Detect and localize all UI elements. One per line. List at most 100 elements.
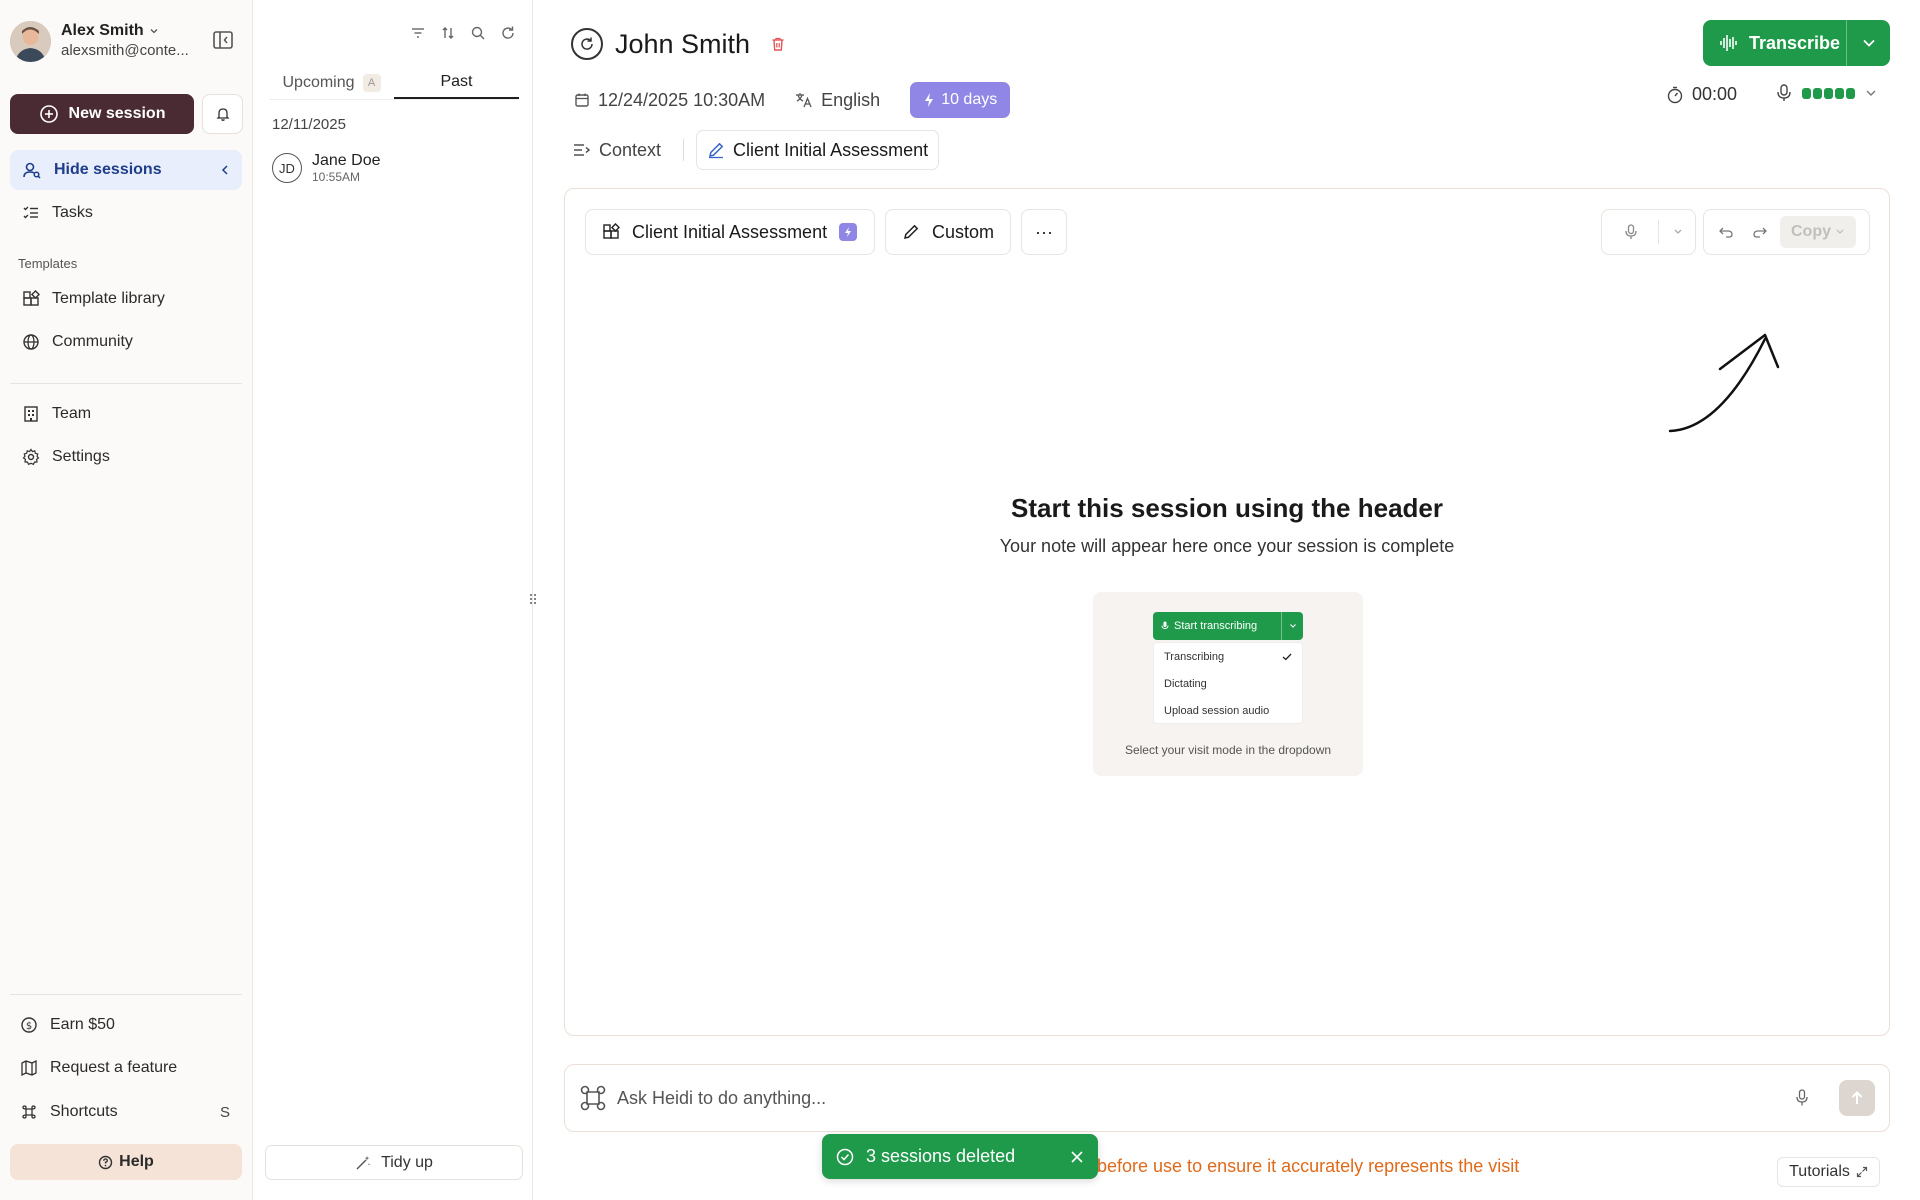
check-icon [1282,653,1292,661]
ask-heidi-bar [564,1064,1890,1132]
template-library-icon [22,290,40,308]
tab-upcoming-label: Upcoming [282,73,355,91]
template-icon [602,223,620,241]
chevron-down-icon [1281,612,1303,640]
copy-label: Copy [1791,223,1831,240]
left-sidebar: Alex Smith alexsmith@conte... New sessio… [0,0,253,1200]
sidebar-divider [10,383,242,384]
chevron-left-icon [220,164,230,176]
trash-icon[interactable] [770,36,786,52]
tab-separator [683,139,685,161]
chevron-down-icon [1835,228,1845,236]
help-button[interactable]: Help [10,1144,242,1180]
mic-level-bar [1824,87,1833,99]
language-selector[interactable]: English [795,90,880,111]
heidi-logo-icon [579,1084,607,1112]
more-options-label: ··· [1035,221,1053,242]
tip-start-transcribing-button: Start transcribing [1153,612,1303,640]
sidebar-collapse-icon[interactable] [212,29,236,53]
close-icon[interactable] [1070,1150,1084,1164]
sessions-tabs: Upcoming A Past [269,66,519,100]
copy-button[interactable]: Copy [1780,216,1856,248]
trial-days-badge[interactable]: 10 days [910,82,1011,118]
session-datetime-text: 12/24/2025 10:30AM [598,89,766,110]
sidebar-item-request-feature[interactable]: Request a feature [10,1048,242,1088]
stopwatch-icon [1666,86,1684,104]
filter-icon[interactable] [410,25,426,41]
tab-context[interactable]: Context [563,130,671,170]
tab-past[interactable]: Past [394,66,519,99]
tutorials-button[interactable]: Tutorials [1777,1157,1880,1187]
sidebar-item-earn[interactable]: $ Earn $50 [10,1005,242,1045]
search-icon[interactable] [470,25,486,41]
ask-heidi-input[interactable] [617,1087,1785,1109]
edit-controls: Copy [1703,209,1870,255]
note-tabs: Context Client Initial Assessment [563,130,940,170]
patient-name[interactable]: John Smith [615,29,750,60]
calendar-icon [574,92,590,108]
transcribe-mode-dropdown[interactable] [1846,20,1890,66]
transcribe-label: Transcribe [1749,32,1841,53]
transcribe-button[interactable]: Transcribe [1703,20,1890,66]
new-session-button[interactable]: New session [10,94,194,134]
send-button[interactable] [1839,1080,1875,1116]
new-session-label: New session [68,105,166,122]
tasks-label: Tasks [52,204,93,221]
sort-icon[interactable] [440,25,456,41]
lightning-icon [923,92,935,108]
user-email: alexsmith@conte... [61,42,189,59]
toast-notification: 3 sessions deleted [822,1134,1098,1179]
undo-icon[interactable] [1712,225,1740,239]
sidebar-item-tasks[interactable]: Tasks [10,193,242,233]
sessions-panel: Upcoming A Past 12/11/2025 JD Jane Doe 1… [253,0,533,1200]
session-initials-avatar: JD [272,153,302,183]
sidebar-item-community[interactable]: Community [10,322,242,362]
tab-upcoming[interactable]: Upcoming A [269,66,394,99]
map-icon [20,1059,38,1077]
tidy-up-label: Tidy up [381,1153,433,1171]
custom-button[interactable]: Custom [885,209,1011,255]
refresh-icon[interactable] [500,25,516,41]
tip-caption: Select your visit mode in the dropdown [1124,743,1332,757]
tidy-up-button[interactable]: Tidy up [265,1145,523,1180]
plus-circle-icon [39,104,59,124]
globe-icon [22,333,40,351]
session-list-item[interactable]: JD Jane Doe 10:55AM [272,152,381,184]
question-circle-icon [98,1155,113,1170]
check-circle-icon [836,1148,854,1166]
template-selector-button[interactable]: Client Initial Assessment [585,209,875,255]
earn-label: Earn $50 [50,1016,115,1033]
session-date-heading: 12/11/2025 [272,116,346,133]
sidebar-item-settings[interactable]: Settings [10,437,242,477]
tip-option: Upload session audio [1154,697,1302,724]
user-menu[interactable]: Alex Smith alexsmith@conte... [10,19,242,63]
chevron-down-icon [1865,89,1877,97]
microphone-icon [1610,224,1638,240]
session-datetime[interactable]: 12/24/2025 10:30AM [574,90,765,111]
notifications-button[interactable] [202,94,243,134]
dollar-circle-icon: $ [20,1016,38,1034]
session-name: Jane Doe [312,152,381,169]
mic-level-meter [1802,87,1855,99]
tab-client-initial-assessment[interactable]: Client Initial Assessment [696,130,940,170]
microphone-icon[interactable] [1795,1089,1809,1107]
sidebar-item-shortcuts[interactable]: Shortcuts S [10,1092,242,1132]
redo-icon[interactable] [1748,225,1772,239]
dictate-control[interactable] [1601,209,1696,255]
sidebar-item-template-library[interactable]: Template library [10,279,242,319]
shortcuts-label: Shortcuts [50,1103,118,1120]
template-library-label: Template library [52,290,165,307]
chevron-down-icon [149,26,159,36]
hide-sessions-button[interactable]: Hide sessions [10,150,242,190]
tip-option: Dictating [1154,670,1302,697]
tip-option-label: Upload session audio [1164,704,1270,717]
command-key-icon [20,1103,38,1121]
main-content: John Smith 12/24/2025 10:30AM English 10… [534,0,1920,1200]
sidebar-item-team[interactable]: Team [10,394,242,434]
bell-icon [215,106,231,122]
more-options-button[interactable]: ··· [1021,209,1067,255]
mic-level-bar [1813,87,1822,99]
custom-label: Custom [932,221,995,242]
toast-message: 3 sessions deleted [866,1146,1016,1166]
microphone-selector[interactable] [1776,84,1877,102]
